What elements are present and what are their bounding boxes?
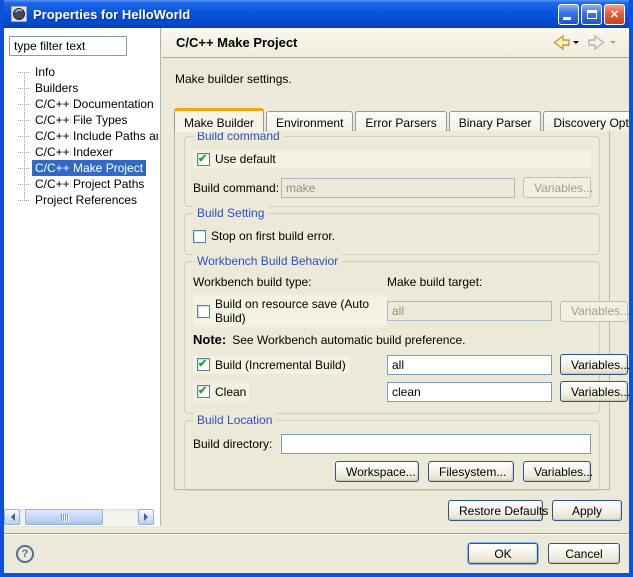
forward-button [585, 33, 619, 52]
auto-build-row: Build on resource save (Auto Build) [193, 295, 387, 327]
tab-make-builder[interactable]: Make Builder [174, 108, 264, 132]
build-command-label: Build command: [193, 181, 281, 195]
maximize-button[interactable] [581, 4, 602, 25]
back-button[interactable] [548, 33, 582, 52]
scroll-left-button[interactable] [4, 509, 20, 525]
workspace-button[interactable]: Workspace... [335, 461, 419, 482]
forward-icon [588, 35, 607, 50]
tree-item-cpp-include-paths[interactable]: C/C++ Include Paths and [4, 128, 158, 144]
auto-build-label: Build on resource save (Auto Build) [215, 297, 383, 325]
build-command-variables-button: Variables... [523, 177, 591, 198]
build-location-group: Build Location Build directory: Workspac… [184, 420, 600, 491]
incremental-build-row: Build (Incremental Build) [193, 356, 350, 374]
filesystem-button[interactable]: Filesystem... [428, 461, 514, 482]
tree-item-builders[interactable]: Builders [4, 80, 158, 96]
filter-input[interactable] [9, 36, 127, 56]
tree-item-info[interactable]: Info [4, 64, 158, 80]
restore-defaults-button[interactable]: Restore Defaults [448, 500, 543, 521]
forward-menu-caret-icon [610, 41, 616, 47]
minimize-button[interactable] [558, 4, 579, 25]
auto-build-target-input [387, 301, 552, 321]
tree-item-cpp-indexer[interactable]: C/C++ Indexer [4, 144, 158, 160]
workbench-build-type-label: Workbench build type: [193, 275, 387, 289]
build-location-group-title: Build Location [193, 413, 276, 427]
tab-binary-parser[interactable]: Binary Parser [449, 111, 542, 131]
build-setting-group: Build Setting Stop on first build error. [184, 213, 600, 255]
clean-label: Clean [215, 385, 246, 399]
scroll-right-button[interactable] [138, 509, 154, 525]
tab-bar: Make Builder Environment Error Parsers B… [174, 107, 610, 131]
help-button[interactable] [16, 545, 34, 563]
tree-item-cpp-file-types[interactable]: C/C++ File Types [4, 112, 158, 128]
incremental-build-checkbox[interactable] [197, 358, 210, 371]
build-command-input [281, 178, 515, 198]
minimize-icon [563, 17, 571, 20]
cancel-button[interactable]: Cancel [548, 543, 620, 564]
properties-page: C/C++ Make Project [162, 28, 629, 533]
build-directory-label: Build directory: [193, 437, 281, 451]
tree-item-cpp-documentation[interactable]: C/C++ Documentation [4, 96, 158, 112]
tree-item-cpp-make-project[interactable]: C/C++ Make Project [4, 160, 158, 176]
back-icon [551, 35, 570, 50]
apply-button[interactable]: Apply [552, 500, 622, 521]
location-variables-button[interactable]: Variables... [523, 461, 591, 482]
build-command-group: Build command Use default Build command:… [184, 136, 600, 207]
clean-checkbox[interactable] [197, 385, 210, 398]
use-default-label: Use default [215, 152, 276, 166]
use-default-row: Use default [193, 150, 591, 168]
stop-on-error-checkbox[interactable] [193, 230, 206, 243]
scrollbar-thumb[interactable] [25, 509, 103, 525]
incremental-build-label: Build (Incremental Build) [215, 358, 346, 372]
tab-discovery-options[interactable]: Discovery Options [543, 111, 633, 131]
auto-build-variables-button: Variables... [560, 301, 628, 322]
tab-error-parsers[interactable]: Error Parsers [355, 111, 446, 131]
stop-on-error-label: Stop on first build error. [211, 229, 335, 243]
dialog-button-bar: OK Cancel [4, 533, 629, 573]
note-text: See Workbench automatic build preference… [232, 333, 465, 347]
back-menu-caret-icon [573, 41, 579, 47]
window-title: Properties for HelloWorld [33, 7, 190, 22]
tab-environment[interactable]: Environment [266, 111, 353, 131]
note-row: Note: See Workbench automatic build prefe… [193, 332, 591, 347]
page-description: Make builder settings. [175, 72, 629, 86]
tree-item-project-references[interactable]: Project References [4, 192, 158, 208]
note-label: Note: [193, 332, 226, 347]
properties-sidebar: Info Builders C/C++ Documentation C/C++ … [4, 28, 161, 526]
use-default-checkbox[interactable] [197, 153, 210, 166]
incremental-variables-button[interactable]: Variables... [560, 354, 628, 375]
page-header: C/C++ Make Project [162, 28, 629, 58]
close-button[interactable] [604, 4, 625, 25]
scroll-right-icon [144, 513, 152, 521]
maximize-icon [587, 10, 597, 19]
properties-tree: Info Builders C/C++ Documentation C/C++ … [4, 64, 158, 208]
auto-build-checkbox[interactable] [197, 305, 210, 318]
workbench-group-title: Workbench Build Behavior [193, 254, 342, 268]
incremental-target-input[interactable] [387, 355, 552, 375]
workbench-build-behavior-group: Workbench Build Behavior Workbench build… [184, 261, 600, 414]
make-build-target-label: Make build target: [387, 275, 482, 289]
scrollbar-track[interactable] [20, 509, 138, 525]
properties-dialog: Properties for HelloWorld Info Builders … [0, 0, 633, 577]
build-setting-group-title: Build Setting [193, 206, 268, 220]
sidebar-horizontal-scrollbar[interactable] [4, 509, 154, 525]
clean-row: Clean [193, 383, 250, 401]
page-title: C/C++ Make Project [176, 35, 297, 50]
tree-item-cpp-project-paths[interactable]: C/C++ Project Paths [4, 176, 158, 192]
ok-button[interactable]: OK [468, 543, 538, 564]
clean-variables-button[interactable]: Variables... [560, 381, 628, 402]
build-directory-input[interactable] [281, 434, 591, 454]
window-icon [11, 6, 27, 22]
scroll-left-icon [7, 513, 15, 521]
make-builder-panel: Build command Use default Build command:… [174, 130, 610, 490]
clean-target-input[interactable] [387, 382, 552, 402]
titlebar[interactable]: Properties for HelloWorld [4, 0, 629, 28]
